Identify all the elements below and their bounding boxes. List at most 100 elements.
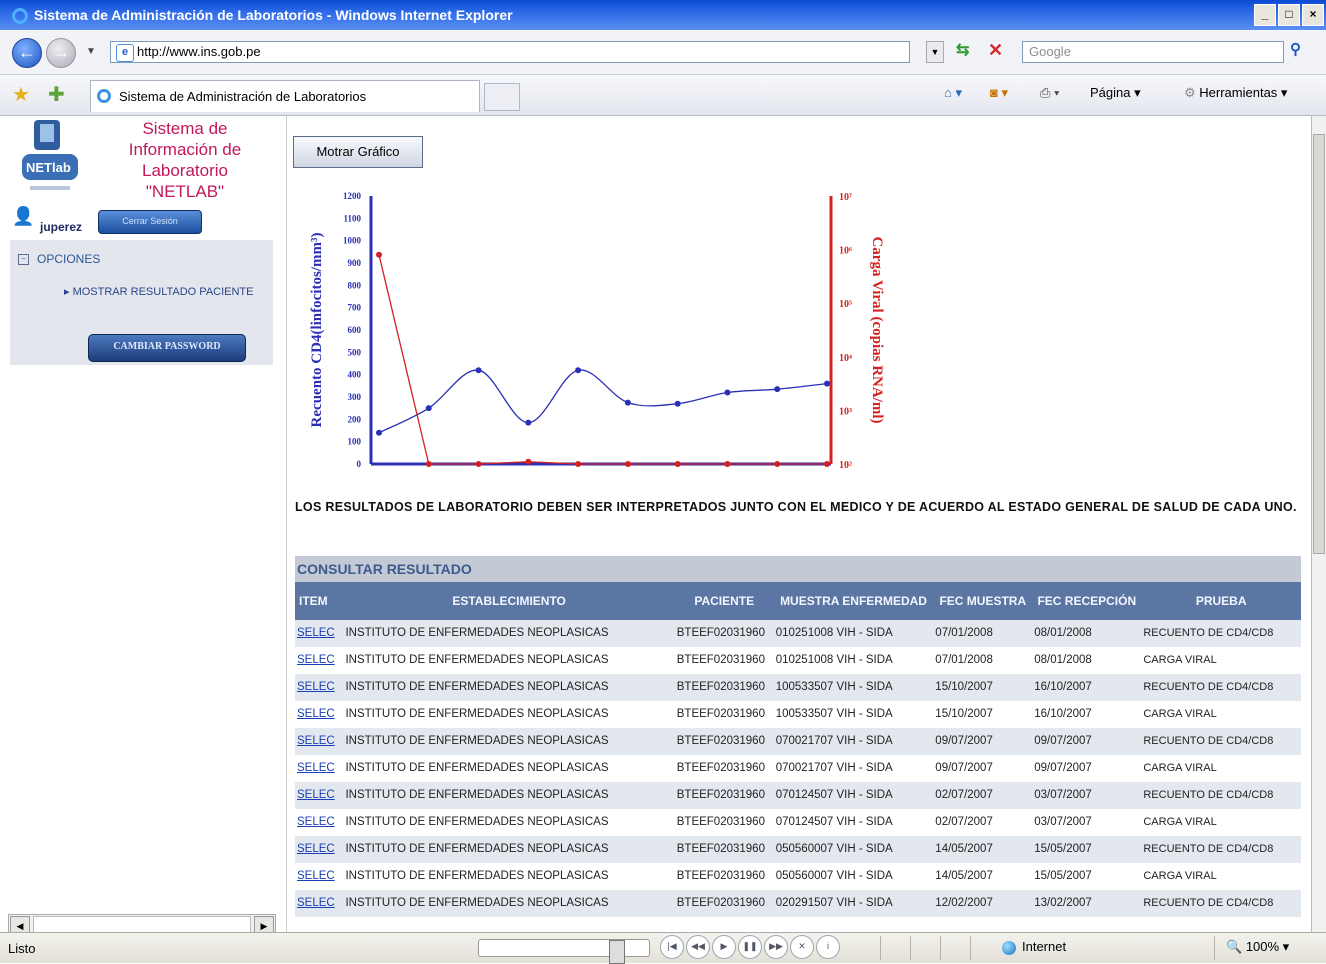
select-link[interactable]: SELEC	[297, 762, 335, 774]
browser-tab[interactable]: Sistema de Administración de Laboratorio…	[90, 80, 480, 112]
media-seek-track[interactable]	[478, 939, 650, 964]
refresh-icon[interactable]: ⇆	[956, 40, 976, 62]
item-link[interactable]: SELEC	[295, 755, 344, 782]
viral-point	[575, 461, 582, 467]
change-password-button[interactable]: CAMBIAR PASSWORD	[88, 334, 246, 362]
select-link[interactable]: SELEC	[297, 708, 335, 720]
select-link[interactable]: SELEC	[297, 843, 335, 855]
status-separator	[1214, 936, 1215, 960]
col-item: ITEM	[295, 582, 344, 620]
vertical-scrollbar[interactable]	[1311, 116, 1326, 932]
options-toggle[interactable]: − OPCIONES	[18, 252, 100, 266]
cell-fec-recepcion: 09/07/2007	[1032, 728, 1142, 755]
cell-muestra: 020291507 VIH - SIDA	[773, 890, 934, 917]
page-menu[interactable]: Página ▾	[1090, 85, 1141, 101]
cell-fec-recepcion: 15/05/2007	[1032, 863, 1142, 890]
cell-fec-muestra: 15/10/2007	[933, 701, 1033, 728]
system-name: Sistema de Información de Laboratorio "N…	[128, 119, 242, 201]
search-input[interactable]: Google	[1022, 41, 1284, 63]
select-link[interactable]: SELEC	[297, 816, 335, 828]
select-link[interactable]: SELEC	[297, 681, 335, 693]
left-tick-label: 1200	[343, 191, 362, 201]
cell-establecimiento: INSTITUTO DE ENFERMEDADES NEOPLASICAS	[343, 674, 675, 701]
cell-prueba: CARGA VIRAL	[1141, 647, 1301, 674]
left-tick-label: 0	[357, 459, 362, 469]
logout-button[interactable]: Cerrar Sesión	[98, 210, 202, 234]
cell-paciente: BTEEF02031960	[674, 863, 774, 890]
item-link[interactable]: SELEC	[295, 674, 344, 701]
feeds-icon[interactable]: ◙ ▾	[990, 85, 1008, 101]
media-skip-back-icon[interactable]: |◀	[660, 935, 684, 959]
select-link[interactable]: SELEC	[297, 789, 335, 801]
menu-item-show-result[interactable]: ▸ MOSTRAR RESULTADO PACIENTE	[64, 285, 272, 298]
item-link[interactable]: SELEC	[295, 728, 344, 755]
media-forward-icon[interactable]: ▶▶	[764, 935, 788, 959]
maximize-button[interactable]: □	[1278, 4, 1300, 26]
address-dropdown-button[interactable]: ▼	[926, 41, 944, 63]
cell-establecimiento: INSTITUTO DE ENFERMEDADES NEOPLASICAS	[343, 701, 675, 728]
media-rewind-icon[interactable]: ◀◀	[686, 935, 710, 959]
favorites-star-icon[interactable]: ★	[12, 82, 30, 107]
item-link[interactable]: SELEC	[295, 701, 344, 728]
select-link[interactable]: SELEC	[297, 627, 335, 639]
status-separator	[940, 936, 941, 960]
show-chart-button[interactable]: Motrar Gráfico	[293, 136, 423, 168]
cell-muestra: 050560007 VIH - SIDA	[773, 863, 934, 890]
address-field[interactable]: e http://www.ins.gob.pe	[110, 41, 910, 63]
item-link[interactable]: SELEC	[295, 836, 344, 863]
stop-icon[interactable]: ✕	[988, 40, 1008, 62]
sidebar: NETlab Sistema de Información de Laborat…	[0, 116, 287, 938]
page-menu-label: Página	[1090, 85, 1131, 100]
menu-item-label: MOSTRAR RESULTADO PACIENTE	[72, 286, 254, 298]
select-link[interactable]: SELEC	[297, 735, 335, 747]
cell-fec-muestra: 15/10/2007	[933, 674, 1033, 701]
tools-menu-label: Herramientas	[1199, 85, 1278, 100]
item-link[interactable]: SELEC	[295, 890, 344, 917]
home-icon[interactable]: ⌂ ▾	[944, 85, 962, 101]
item-link[interactable]: SELEC	[295, 809, 344, 836]
cell-fec-muestra: 02/07/2007	[933, 782, 1033, 809]
search-icon[interactable]: ⚲	[1290, 40, 1301, 58]
status-separator	[880, 936, 881, 960]
cell-fec-muestra: 07/01/2008	[933, 647, 1033, 674]
media-info-icon[interactable]: i	[816, 935, 840, 959]
cd4-point	[425, 405, 432, 412]
select-link[interactable]: SELEC	[297, 897, 335, 909]
close-window-button[interactable]: ×	[1302, 4, 1324, 26]
back-button[interactable]: ←	[12, 38, 42, 68]
viral-point	[525, 458, 532, 465]
right-tick-label: 10⁷	[839, 192, 852, 203]
media-play-icon[interactable]: ▶	[712, 935, 736, 959]
table-row: SELEC INSTITUTO DE ENFERMEDADES NEOPLASIC…	[295, 620, 1301, 647]
media-close-icon[interactable]: ✕	[790, 935, 814, 959]
select-link[interactable]: SELEC	[297, 654, 335, 666]
item-link[interactable]: SELEC	[295, 782, 344, 809]
cell-establecimiento: INSTITUTO DE ENFERMEDADES NEOPLASICAS	[343, 728, 675, 755]
item-link[interactable]: SELEC	[295, 647, 344, 674]
new-tab-button[interactable]	[484, 83, 520, 111]
media-pause-icon[interactable]: ❚❚	[738, 935, 762, 959]
col-fec-recepcion: FEC RECEPCIÓN	[1032, 582, 1142, 620]
tab-title: Sistema de Administración de Laboratorio…	[119, 89, 367, 104]
add-favorite-icon[interactable]: ✚	[48, 82, 65, 107]
media-seek-thumb[interactable]	[609, 940, 625, 964]
forward-button[interactable]: →	[46, 38, 76, 68]
table-row: SELEC INSTITUTO DE ENFERMEDADES NEOPLASIC…	[295, 674, 1301, 701]
right-tick-label: 10⁴	[839, 353, 852, 364]
history-dropdown-icon[interactable]: ▼	[86, 46, 96, 57]
print-icon[interactable]: ⎙ ▾	[1040, 85, 1059, 101]
disclaimer-text: LOS RESULTADOS DE LABORATORIO DEBEN SER …	[295, 500, 1297, 514]
minimize-button[interactable]: _	[1254, 4, 1276, 26]
item-link[interactable]: SELEC	[295, 863, 344, 890]
cell-paciente: BTEEF02031960	[674, 728, 774, 755]
select-link[interactable]: SELEC	[297, 870, 335, 882]
username: juperez	[40, 220, 83, 234]
tab-ie-icon	[97, 89, 111, 103]
zoom-control[interactable]: 🔍 100% ▾	[1226, 939, 1289, 955]
item-link[interactable]: SELEC	[295, 620, 344, 647]
cell-muestra: 050560007 VIH - SIDA	[773, 836, 934, 863]
tools-menu[interactable]: ⚙ Herramientas ▾	[1184, 85, 1287, 101]
main-content: Motrar Gráfico 0 100 200 300 400 500 600 700 800…	[287, 116, 1311, 932]
vertical-scroll-thumb[interactable]	[1313, 134, 1325, 554]
status-separator	[910, 936, 911, 960]
